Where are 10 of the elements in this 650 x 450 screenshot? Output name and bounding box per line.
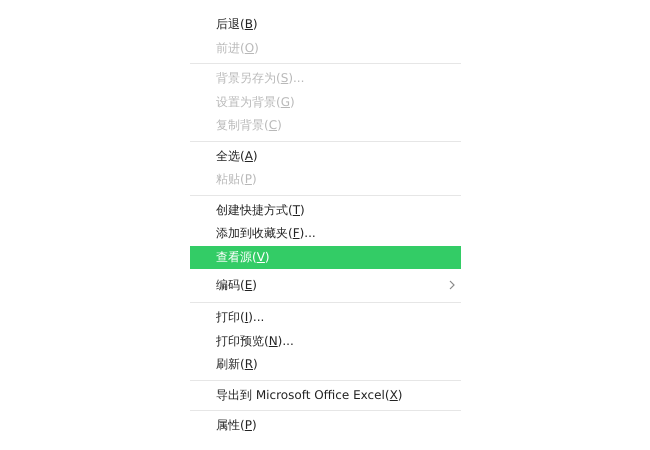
menu-item[interactable]: 全选(A) bbox=[190, 144, 461, 168]
menu-item[interactable]: 导出到 Microsoft Office Excel(X) bbox=[190, 384, 461, 407]
menu-item[interactable]: 编码(E) bbox=[190, 272, 461, 299]
menu-item[interactable]: 添加到收藏夹(F)... bbox=[190, 222, 461, 246]
menu-item[interactable]: 属性(P) bbox=[190, 414, 461, 438]
menu-item[interactable]: 后退(B) bbox=[190, 13, 461, 36]
menu-item[interactable]: 打印预览(N)... bbox=[190, 330, 461, 353]
menu-item[interactable]: 刷新(R) bbox=[190, 353, 461, 376]
menu-item[interactable]: 创建快捷方式(T) bbox=[190, 198, 461, 222]
menu-item[interactable]: 打印(I)... bbox=[190, 306, 461, 330]
